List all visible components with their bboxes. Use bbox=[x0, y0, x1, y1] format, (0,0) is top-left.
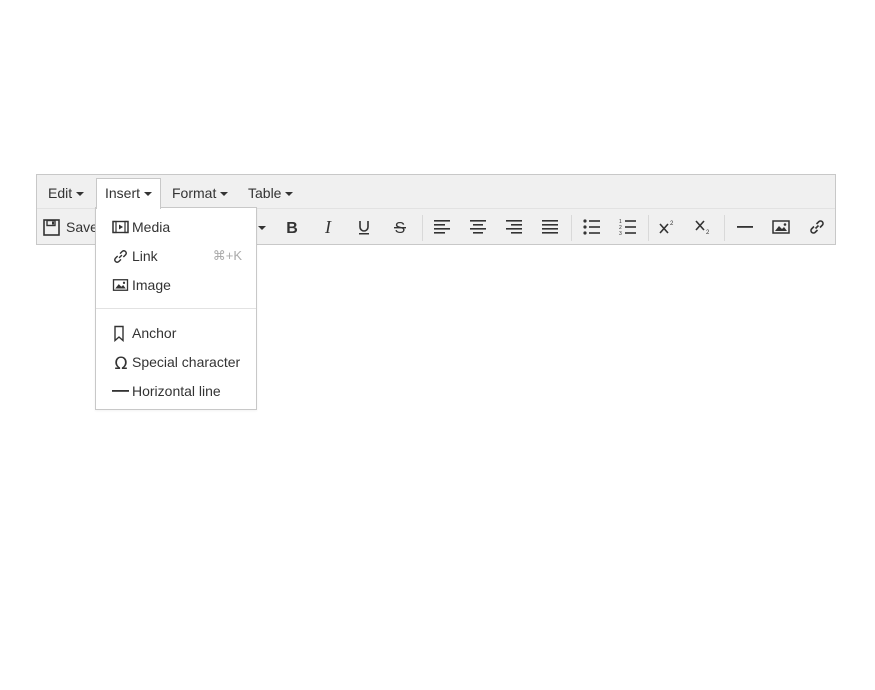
menu-table-label: Table bbox=[248, 185, 282, 201]
menu-edit-label: Edit bbox=[48, 185, 73, 201]
svg-text:Ω: Ω bbox=[115, 354, 128, 371]
underline-icon bbox=[359, 221, 369, 235]
superscript-button[interactable]: 2 bbox=[652, 213, 682, 241]
svg-text:2: 2 bbox=[670, 221, 674, 227]
horizontal-line-icon bbox=[112, 382, 130, 400]
align-justify-icon bbox=[542, 220, 558, 234]
strikethrough-button[interactable]: S bbox=[385, 213, 415, 241]
link-icon bbox=[112, 247, 130, 265]
menu-format[interactable]: Format bbox=[163, 178, 237, 208]
align-left-button[interactable] bbox=[427, 213, 457, 241]
insert-menu-item-label: Media bbox=[132, 219, 171, 235]
numbered-list-icon: 1 2 3 bbox=[619, 219, 636, 235]
bullet-list-button[interactable] bbox=[577, 213, 607, 241]
align-center-button[interactable] bbox=[463, 213, 493, 241]
omega-icon: Ω bbox=[112, 353, 130, 371]
svg-text:2: 2 bbox=[706, 230, 710, 235]
menu-format-label: Format bbox=[172, 185, 217, 201]
insert-image-button[interactable] bbox=[766, 213, 796, 241]
insert-menu-item-label: Image bbox=[132, 277, 171, 293]
keyboard-shortcut: ⌘+K bbox=[212, 248, 242, 263]
toolbar-separator bbox=[571, 215, 572, 241]
insert-menu-item-link[interactable]: Link ⌘+K bbox=[96, 243, 256, 269]
strikethrough-icon: S bbox=[394, 220, 406, 235]
formats-dropdown-caret[interactable] bbox=[258, 226, 266, 230]
insert-menu-item-special-character[interactable]: Ω Special character bbox=[96, 349, 256, 375]
svg-text:I: I bbox=[324, 219, 332, 235]
link-icon bbox=[810, 220, 824, 234]
save-button-label: Save bbox=[66, 219, 98, 235]
toolbar-separator bbox=[422, 215, 423, 241]
align-left-icon bbox=[434, 220, 450, 234]
image-icon bbox=[772, 220, 790, 234]
subscript-icon: 2 bbox=[695, 220, 710, 235]
underline-button[interactable] bbox=[349, 213, 379, 241]
insert-menu-item-label: Horizontal line bbox=[132, 383, 221, 399]
svg-text:3: 3 bbox=[619, 231, 622, 235]
numbered-list-button[interactable]: 1 2 3 bbox=[613, 213, 643, 241]
italic-icon: I bbox=[324, 219, 332, 235]
chevron-down-icon bbox=[76, 192, 85, 196]
insert-menu-item-label: Link bbox=[132, 248, 158, 264]
italic-button[interactable]: I bbox=[313, 213, 343, 241]
align-justify-button[interactable] bbox=[535, 213, 565, 241]
toolbar-separator bbox=[648, 215, 649, 241]
bullet-list-icon bbox=[583, 219, 600, 235]
menubar: Edit Insert Format Table bbox=[37, 175, 835, 209]
bold-icon: B bbox=[286, 220, 298, 235]
insert-menu-item-image[interactable]: Image bbox=[96, 272, 256, 298]
insert-menu-item-anchor[interactable]: Anchor bbox=[96, 320, 256, 346]
menu-table[interactable]: Table bbox=[239, 178, 302, 208]
chevron-down-icon bbox=[144, 192, 153, 196]
superscript-icon: 2 bbox=[659, 221, 674, 234]
insert-menu-item-label: Special character bbox=[132, 354, 241, 370]
media-icon bbox=[112, 218, 130, 236]
insert-link-button[interactable] bbox=[802, 213, 832, 241]
menu-separator bbox=[96, 308, 256, 309]
subscript-button[interactable]: 2 bbox=[688, 213, 718, 241]
insert-menu-dropdown: Media Link ⌘+K Image Anchor Ω Special ch… bbox=[95, 207, 257, 410]
horizontal-line-button[interactable] bbox=[730, 213, 760, 241]
chevron-down-icon bbox=[285, 192, 294, 196]
save-button[interactable]: Save bbox=[43, 213, 98, 241]
chevron-down-icon bbox=[220, 192, 229, 196]
menu-insert[interactable]: Insert bbox=[96, 178, 162, 209]
menu-insert-label: Insert bbox=[105, 185, 141, 201]
align-center-icon bbox=[470, 220, 486, 234]
bookmark-icon bbox=[112, 324, 130, 342]
svg-text:B: B bbox=[286, 220, 298, 235]
menu-edit[interactable]: Edit bbox=[39, 178, 93, 208]
bold-button[interactable]: B bbox=[277, 213, 307, 241]
save-icon bbox=[43, 218, 60, 236]
align-right-button[interactable] bbox=[499, 213, 529, 241]
insert-menu-item-label: Anchor bbox=[132, 325, 177, 341]
insert-menu-item-media[interactable]: Media bbox=[96, 214, 256, 240]
image-icon bbox=[112, 276, 130, 294]
insert-menu-item-horizontal-line[interactable]: Horizontal line bbox=[96, 378, 256, 404]
horizontal-line-icon bbox=[737, 226, 753, 228]
align-right-icon bbox=[506, 220, 522, 234]
toolbar-separator bbox=[724, 215, 725, 241]
